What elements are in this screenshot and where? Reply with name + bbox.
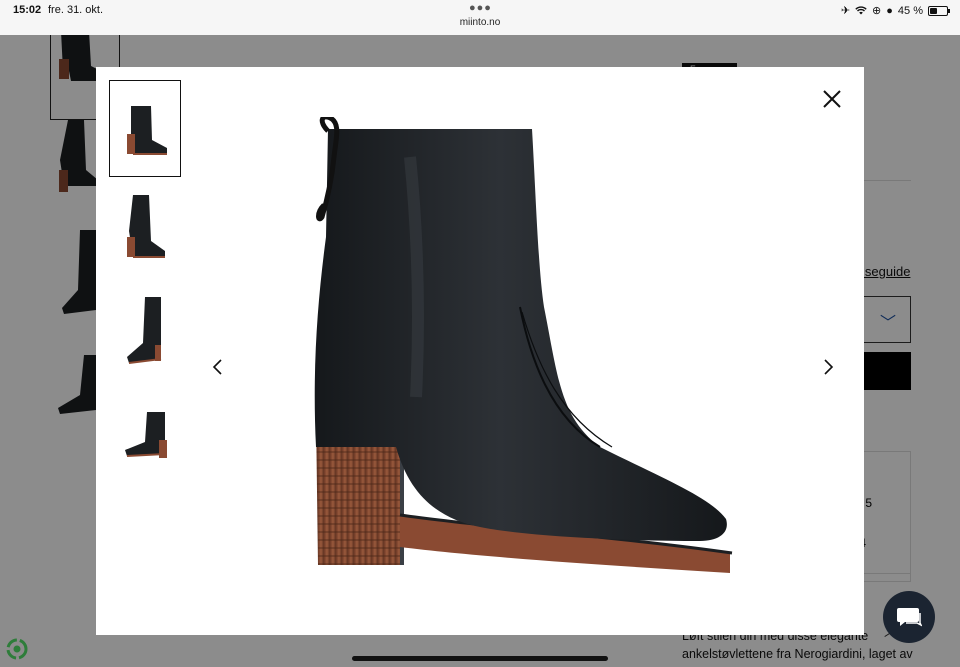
lock-rotation-icon: ⊕ [872, 5, 882, 17]
airplane-icon: ✈ [840, 5, 851, 17]
next-image-button[interactable] [818, 356, 838, 378]
status-time: 15:02 [13, 4, 42, 16]
chevron-right-icon [824, 359, 834, 375]
safari-tab-dots[interactable]: ●●● [469, 2, 492, 14]
battery-icon [928, 5, 950, 16]
status-date: fre. 31. okt. [48, 4, 104, 16]
thumbnail-2[interactable] [109, 182, 181, 279]
thumbnail-5[interactable] [109, 488, 181, 500]
close-icon [823, 90, 841, 108]
address-bar-url[interactable]: miinto.no [0, 17, 960, 28]
chevron-left-icon [212, 359, 222, 375]
battery-text: 45 % [897, 4, 923, 17]
image-gallery-modal [96, 67, 864, 635]
status-bar: 15:02 fre. 31. okt. ●●● miinto.no ✈ ⊕ ● … [0, 0, 960, 35]
previous-image-button[interactable] [208, 356, 228, 378]
thumbnail-3[interactable] [109, 284, 181, 381]
wifi-icon [855, 6, 867, 15]
status-icons: ✈ ⊕ ● 45 % [840, 4, 950, 17]
thumbnail-4[interactable] [109, 386, 181, 483]
close-button[interactable] [820, 87, 844, 111]
home-indicator[interactable] [352, 656, 608, 661]
recycle-icon[interactable] [6, 638, 28, 660]
chat-button[interactable] [883, 591, 935, 643]
person-icon: ● [886, 4, 893, 17]
thumbnail-strip [109, 80, 181, 500]
thumbnail-1[interactable] [109, 80, 181, 177]
chat-bubble-icon [897, 608, 922, 627]
product-main-image [314, 117, 733, 573]
